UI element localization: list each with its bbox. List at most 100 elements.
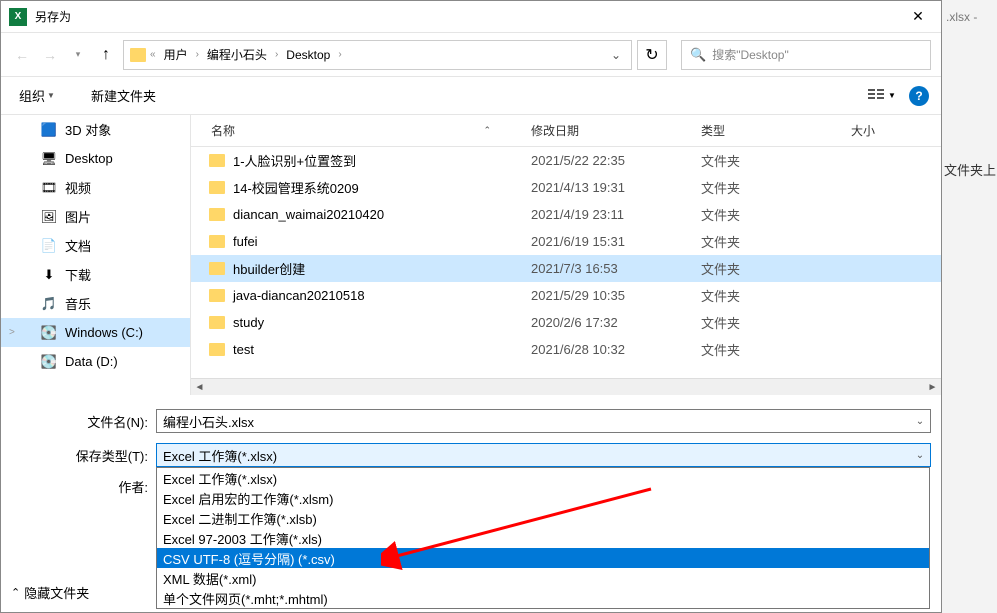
search-icon: 🔍	[690, 47, 706, 63]
background-title-fragment: .xlsx -	[946, 10, 977, 24]
filetype-select[interactable]: Excel 工作簿(*.xlsx) ⌄	[156, 443, 931, 467]
sidebar-label: Windows (C:)	[65, 325, 143, 340]
filetype-dropdown-button[interactable]: ⌄	[912, 450, 928, 461]
sidebar-icon: 🖥	[41, 151, 57, 167]
sidebar-item[interactable]: 🎞视频	[1, 173, 190, 202]
sidebar-icon: 🖼	[41, 209, 57, 225]
excel-icon: X	[9, 8, 27, 26]
file-row[interactable]: 1-人脸识别+位置签到2021/5/22 22:35文件夹	[191, 147, 941, 174]
new-folder-button[interactable]: 新建文件夹	[85, 82, 162, 109]
file-date: 2021/7/3 16:53	[521, 261, 691, 276]
filename-input[interactable]: 编程小石头.xlsx ⌄	[156, 409, 931, 433]
column-size[interactable]: 大小	[841, 122, 901, 139]
sidebar-item[interactable]: 🖥 Desktop	[1, 144, 190, 173]
filename-dropdown-button[interactable]: ⌄	[912, 416, 928, 427]
scroll-right-button[interactable]: ►	[924, 379, 941, 396]
sidebar-label: Data (D:)	[65, 354, 118, 369]
column-name[interactable]: 名称 ⌃	[191, 122, 521, 139]
body-area: 🟦3D 对象 🖥 Desktop 🎞视频 🖼 图片 📄文档⬇下载 🎵 音乐 > 💽 Windows (…	[1, 115, 941, 395]
sidebar-label: Desktop	[65, 151, 113, 166]
folder-icon	[209, 154, 225, 167]
folder-icon	[130, 48, 146, 62]
column-headers: 名称 ⌃ 修改日期 类型 大小	[191, 115, 941, 147]
file-date: 2021/6/19 15:31	[521, 234, 691, 249]
refresh-button[interactable]: ↻	[637, 40, 667, 70]
chevron-right-icon: ›	[196, 49, 199, 60]
filetype-option[interactable]: Excel 二进制工作簿(*.xlsb)	[157, 508, 929, 528]
nav-recent-dropdown[interactable]: ▾	[67, 44, 89, 66]
file-row[interactable]: diancan_waimai202104202021/4/19 23:11文件夹	[191, 201, 941, 228]
file-name: study	[233, 315, 264, 330]
file-date: 2021/4/19 23:11	[521, 207, 691, 222]
file-date: 2021/6/28 10:32	[521, 342, 691, 357]
folder-icon	[209, 289, 225, 302]
file-type: 文件夹	[691, 178, 841, 197]
file-name: hbuilder创建	[233, 259, 305, 278]
file-row[interactable]: 14-校园管理系统02092021/4/13 19:31文件夹	[191, 174, 941, 201]
filetype-option[interactable]: 单个文件网页(*.mht;*.mhtml)	[157, 588, 929, 608]
file-row[interactable]: hbuilder创建2021/7/3 16:53文件夹	[191, 255, 941, 282]
sidebar-item[interactable]: 📄文档	[1, 231, 190, 260]
sidebar-icon: 🎵	[41, 296, 57, 312]
file-type: 文件夹	[691, 340, 841, 359]
sidebar-label: 3D 对象	[65, 120, 111, 139]
file-type: 文件夹	[691, 286, 841, 305]
column-date[interactable]: 修改日期	[521, 122, 691, 139]
filetype-option[interactable]: XML 数据(*.xml)	[157, 568, 929, 588]
file-row[interactable]: java-diancan202105182021/5/29 10:35文件夹	[191, 282, 941, 309]
column-type[interactable]: 类型	[691, 122, 841, 139]
file-name: diancan_waimai20210420	[233, 207, 384, 222]
titlebar: X 另存为 ✕	[1, 1, 941, 33]
save-as-dialog: X 另存为 ✕ ← → ▾ ↑ « 用户 › 编程小石头 › Desktop ›…	[0, 0, 942, 613]
hide-folders-button[interactable]: ⌃ 隐藏文件夹	[11, 583, 89, 602]
breadcrumb-item[interactable]: 用户	[160, 44, 192, 65]
close-button[interactable]: ✕	[895, 2, 941, 32]
file-date: 2021/5/22 22:35	[521, 153, 691, 168]
sidebar-item[interactable]: ⬇下载	[1, 260, 190, 289]
sidebar-label: 音乐	[65, 294, 91, 313]
chevron-up-icon: ⌃	[11, 586, 20, 599]
search-input[interactable]: 🔍 搜索"Desktop"	[681, 40, 931, 70]
file-row[interactable]: test2021/6/28 10:32文件夹	[191, 336, 941, 363]
sidebar-icon: 🎞	[41, 180, 57, 196]
breadcrumb-item[interactable]: Desktop	[282, 46, 334, 64]
nav-back-button[interactable]: ←	[11, 44, 33, 66]
horizontal-scrollbar[interactable]: ◄ ►	[191, 378, 941, 395]
sidebar-icon: 💽	[41, 325, 57, 341]
file-row[interactable]: fufei2021/6/19 15:31文件夹	[191, 228, 941, 255]
sidebar-item[interactable]: 🖼 图片	[1, 202, 190, 231]
file-type: 文件夹	[691, 151, 841, 170]
sidebar-icon: 📄	[41, 238, 57, 254]
author-label: 作者:	[11, 477, 156, 496]
filetype-option[interactable]: Excel 97-2003 工作簿(*.xls)	[157, 528, 929, 548]
expand-icon: >	[9, 327, 15, 338]
help-button[interactable]: ?	[909, 86, 929, 106]
breadcrumb-item[interactable]: 编程小石头	[203, 44, 271, 65]
bottom-bar: ⌃ 隐藏文件夹	[11, 583, 89, 602]
organize-button[interactable]: 组织▼	[13, 82, 61, 109]
scroll-left-button[interactable]: ◄	[191, 379, 208, 396]
filetype-option[interactable]: CSV UTF-8 (逗号分隔) (*.csv)	[157, 548, 929, 568]
filetype-option[interactable]: Excel 启用宏的工作簿(*.xlsm)	[157, 488, 929, 508]
view-options-button[interactable]: ▼	[863, 84, 901, 108]
folder-icon	[209, 262, 225, 275]
file-name: 14-校园管理系统0209	[233, 178, 359, 197]
sidebar-item[interactable]: 🎵 音乐	[1, 289, 190, 318]
dialog-title: 另存为	[35, 8, 895, 25]
sidebar-item[interactable]: 💽 Data (D:)	[1, 347, 190, 376]
sidebar-item[interactable]: 🟦3D 对象	[1, 115, 190, 144]
nav-forward-button[interactable]: →	[39, 44, 61, 66]
filetype-option[interactable]: Excel 工作簿(*.xlsx)	[157, 468, 929, 488]
sidebar-item[interactable]: > 💽 Windows (C:)	[1, 318, 190, 347]
sidebar-label: 下载	[65, 265, 91, 284]
file-date: 2020/2/6 17:32	[521, 315, 691, 330]
nav-up-button[interactable]: ↑	[95, 44, 117, 66]
chevron-right-icon: ›	[338, 49, 341, 60]
sidebar-label: 图片	[65, 207, 91, 226]
sidebar-icon: 💽	[41, 354, 57, 370]
folder-icon	[209, 208, 225, 221]
address-dropdown-button[interactable]: ⌄	[607, 48, 625, 62]
sidebar: 🟦3D 对象 🖥 Desktop 🎞视频 🖼 图片 📄文档⬇下载 🎵 音乐 > 💽 Windows (…	[1, 115, 191, 395]
address-bar[interactable]: « 用户 › 编程小石头 › Desktop › ⌄	[123, 40, 632, 70]
file-row[interactable]: study2020/2/6 17:32文件夹	[191, 309, 941, 336]
